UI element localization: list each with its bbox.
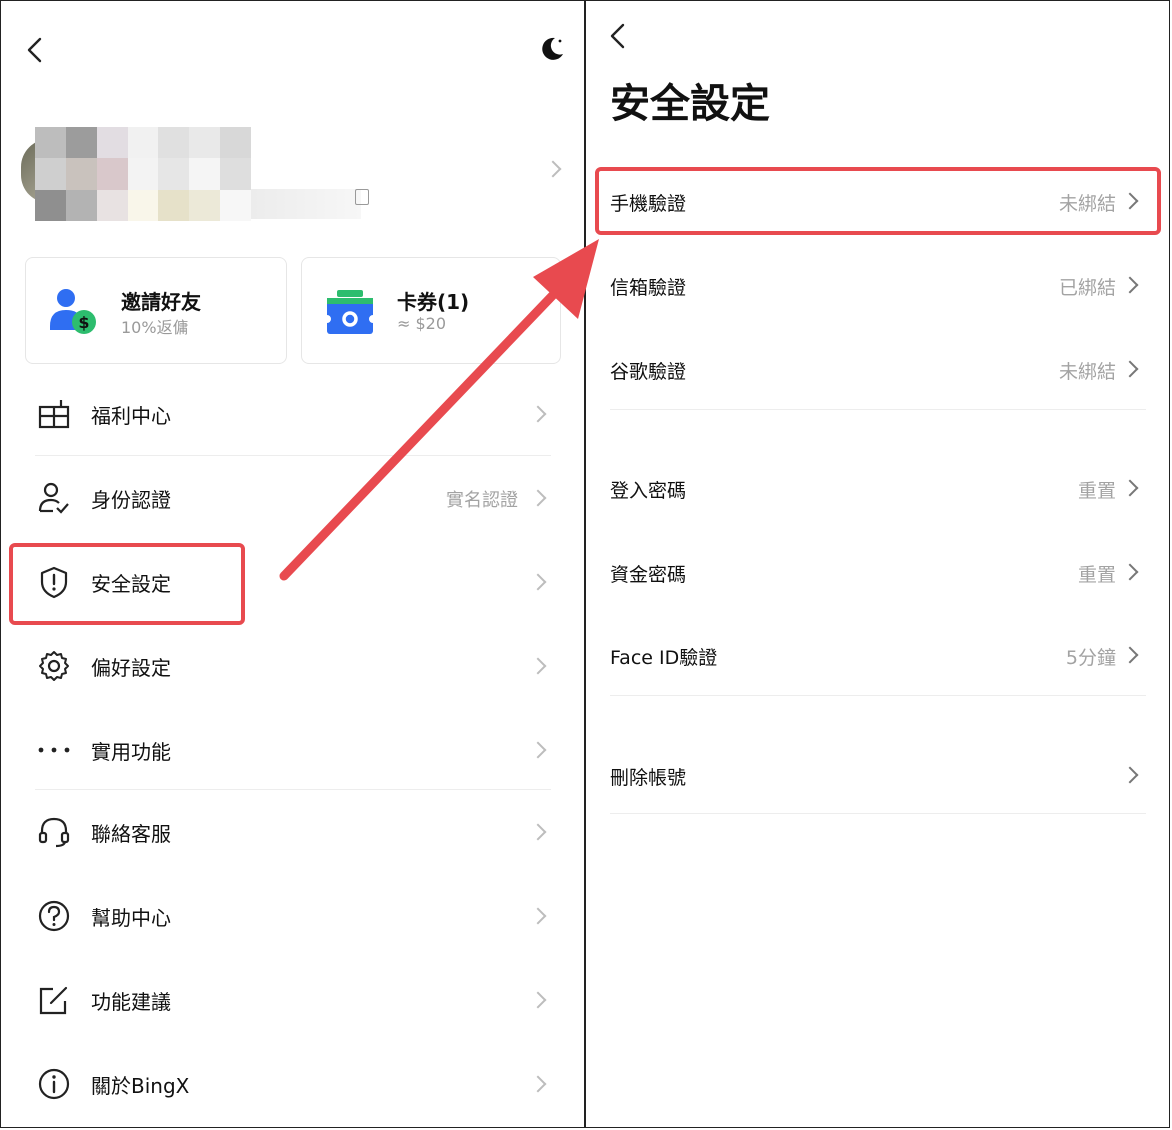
menu-item-identity-verification[interactable]: 身份認證 實名認證	[1, 459, 584, 535]
menu-item-label: 功能建議	[91, 990, 171, 1014]
chevron-right-icon	[1121, 766, 1139, 784]
chevron-right-icon	[529, 991, 547, 1009]
row-label: 谷歌驗證	[610, 361, 687, 383]
back-arrow-icon[interactable]	[21, 35, 51, 65]
row-status: 未綁結	[1058, 361, 1116, 383]
chevron-right-icon	[544, 160, 562, 178]
more-dots-icon	[38, 747, 70, 753]
page-title: 安全設定	[610, 81, 770, 127]
row-login-password[interactable]: 登入密碼 重置	[610, 454, 1146, 524]
account-menu-panel: $ 邀請好友 10%返傭 卡券(1) ≈ $20 福利中心 身份認證 實名認證 …	[1, 1, 584, 1127]
invite-friends-title: 邀請好友	[121, 290, 201, 314]
menu-item-label: 福利中心	[91, 404, 171, 428]
menu-item-label: 實用功能	[91, 740, 171, 764]
row-delete-account[interactable]: 刪除帳號	[610, 741, 1146, 811]
row-face-id-verification[interactable]: Face ID驗證 5分鐘	[610, 621, 1146, 691]
chevron-right-icon	[529, 405, 547, 423]
row-google-verification[interactable]: 谷歌驗證 未綁結	[610, 335, 1146, 405]
menu-item-label: 安全設定	[91, 572, 171, 596]
question-circle-icon	[38, 900, 70, 932]
chevron-right-icon	[1121, 276, 1139, 294]
chevron-right-icon	[529, 573, 547, 591]
chevron-right-icon	[1121, 192, 1139, 210]
chevron-right-icon	[529, 741, 547, 759]
chevron-right-icon	[1121, 479, 1139, 497]
invite-friends-card[interactable]: $ 邀請好友 10%返傭	[25, 257, 287, 364]
chevron-right-icon	[1121, 360, 1139, 378]
row-label: 資金密碼	[610, 564, 687, 586]
voucher-card[interactable]: 卡券(1) ≈ $20	[301, 257, 561, 364]
menu-item-label: 聯絡客服	[91, 822, 171, 846]
menu-item-help-center[interactable]: 幫助中心	[1, 877, 584, 953]
menu-item-label: 關於BingX	[91, 1074, 190, 1098]
profile-header[interactable]	[21, 123, 567, 223]
chevron-right-icon	[1121, 563, 1139, 581]
menu-divider	[35, 789, 551, 790]
row-label: 登入密碼	[610, 480, 687, 502]
menu-item-preferences[interactable]: 偏好設定	[1, 627, 584, 703]
menu-item-feedback[interactable]: 功能建議	[1, 961, 584, 1037]
row-phone-verification[interactable]: 手機驗證 未綁結	[610, 167, 1146, 237]
edit-square-icon	[39, 986, 68, 1015]
blurred-profile-id	[251, 189, 361, 219]
row-email-verification[interactable]: 信箱驗證 已綁結	[610, 251, 1146, 321]
copy-icon[interactable]	[355, 189, 369, 205]
chevron-right-icon	[529, 907, 547, 925]
menu-item-utilities[interactable]: 實用功能	[1, 711, 584, 787]
menu-divider	[35, 455, 551, 456]
voucher-subtitle: ≈ $20	[397, 314, 447, 333]
security-settings-panel: 安全設定 手機驗證 未綁結 信箱驗證 已綁結 谷歌驗證 未綁結 登入密碼 重置 …	[586, 1, 1171, 1127]
user-check-icon	[38, 482, 69, 514]
row-label: 手機驗證	[610, 193, 687, 215]
moon-icon[interactable]	[538, 35, 566, 63]
menu-item-about[interactable]: 關於BingX	[1, 1045, 584, 1121]
chevron-right-icon	[1121, 646, 1139, 664]
row-status: 未綁結	[1058, 193, 1116, 215]
screenshot-frame: $ 邀請好友 10%返傭 卡券(1) ≈ $20 福利中心 身份認證 實名認證 …	[0, 0, 1170, 1128]
svg-text:$: $	[78, 313, 89, 332]
gift-box-icon	[38, 400, 70, 429]
gear-icon	[39, 651, 69, 681]
row-label: 刪除帳號	[610, 767, 687, 789]
menu-item-label: 身份認證	[91, 488, 171, 512]
chevron-right-icon	[529, 823, 547, 841]
invite-friends-subtitle: 10%返傭	[121, 318, 189, 337]
section-divider	[610, 695, 1146, 696]
menu-item-customer-service[interactable]: 聯絡客服	[1, 793, 584, 869]
headset-icon	[38, 817, 70, 848]
row-label: Face ID驗證	[610, 647, 718, 669]
row-status: 5分鐘	[1065, 647, 1116, 669]
info-circle-icon	[38, 1068, 70, 1100]
chevron-right-icon	[529, 657, 547, 675]
section-divider	[610, 813, 1146, 814]
section-divider	[610, 409, 1146, 410]
row-fund-password[interactable]: 資金密碼 重置	[610, 538, 1146, 608]
chevron-right-icon	[529, 1075, 547, 1093]
row-label: 信箱驗證	[610, 277, 687, 299]
invite-user-icon: $	[50, 289, 96, 334]
identity-status-text: 實名認證	[446, 490, 518, 511]
chevron-right-icon	[529, 489, 547, 507]
menu-item-label: 幫助中心	[91, 906, 171, 930]
shield-icon	[40, 566, 68, 599]
row-action: 重置	[1077, 480, 1116, 502]
row-action: 重置	[1077, 564, 1116, 586]
menu-item-rewards-center[interactable]: 福利中心	[1, 375, 584, 451]
menu-item-label: 偏好設定	[91, 656, 171, 680]
row-status: 已綁結	[1058, 277, 1116, 299]
menu-item-security-settings[interactable]: 安全設定	[1, 543, 584, 619]
back-arrow-icon[interactable]	[604, 21, 634, 51]
blurred-profile-info	[35, 127, 251, 221]
voucher-title: 卡券(1)	[397, 290, 470, 314]
voucher-icon	[324, 290, 376, 334]
